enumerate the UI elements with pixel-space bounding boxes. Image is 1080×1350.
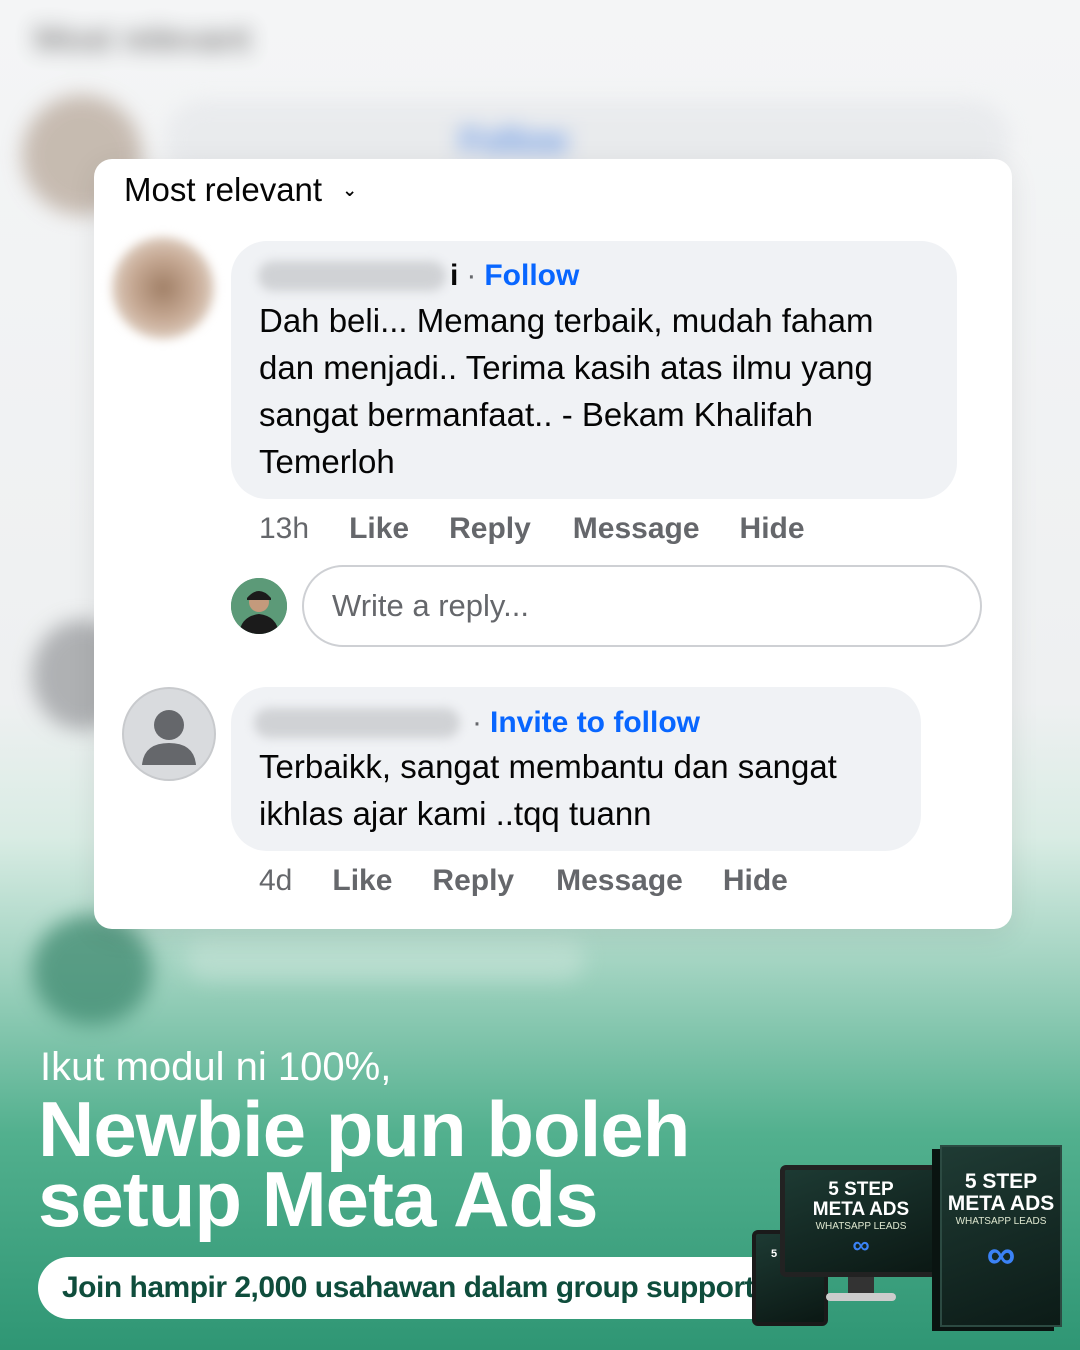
reply-input[interactable]	[302, 565, 982, 647]
hide-button[interactable]: Hide	[740, 512, 805, 546]
background-avatar-3	[32, 915, 152, 1025]
product-title-line1: 5 STEP	[828, 1179, 894, 1200]
comment-actions: 13h Like Reply Message Hide	[259, 512, 805, 546]
message-button[interactable]: Message	[573, 512, 700, 546]
user-photo-icon	[231, 578, 287, 634]
promo-title-line: Newbie pun boleh	[38, 1085, 690, 1173]
separator-dot: ·	[472, 706, 482, 739]
commenter-name-row: · Invite to follow	[254, 706, 700, 740]
comment-line: dan menjadi.. Terima kasih atas ilmu yan…	[259, 349, 873, 386]
sort-label: Most relevant	[124, 171, 323, 208]
background-sort-label: Most relevant	[34, 18, 251, 59]
cta-label: Join hampir 2,000 usahawan dalam group s…	[62, 1271, 755, 1304]
comments-card: Most relevant ⌄ i · Follow Dah beli... M…	[94, 159, 1012, 929]
comment-line: ikhlas ajar kami ..tqq tuann	[259, 795, 652, 832]
comment-line: Dah beli... Memang terbaik, mudah faham	[259, 302, 874, 339]
commenter-name-tail[interactable]: i	[450, 259, 458, 293]
join-group-button[interactable]: Join hampir 2,000 usahawan dalam group s…	[38, 1257, 826, 1319]
promo-title: Newbie pun boleh setup Meta Ads	[38, 1085, 798, 1243]
commenter-name-redacted[interactable]	[258, 261, 446, 291]
like-button[interactable]: Like	[332, 864, 392, 898]
product-box-title-line3: WHATSAPP LEADS	[955, 1216, 1047, 1227]
message-button[interactable]: Message	[556, 864, 683, 898]
meta-logo-icon: ∞	[986, 1233, 1016, 1277]
hide-button[interactable]: Hide	[723, 864, 788, 898]
sort-dropdown[interactable]: Most relevant ⌄	[124, 171, 357, 209]
product-title-line2: META ADS	[812, 1199, 910, 1220]
comment-timestamp[interactable]: 13h	[259, 512, 309, 546]
invite-to-follow-link[interactable]: Invite to follow	[490, 706, 700, 740]
comment-line: sangat bermanfaat.. - Bekam Khalifah	[259, 396, 813, 433]
comment-actions: 4d Like Reply Message Hide	[259, 864, 788, 898]
product-box-title-line1: 5 STEP	[964, 1170, 1038, 1193]
comment-line: Temerloh	[259, 443, 395, 480]
product-box-title-line2: META ADS	[947, 1192, 1055, 1215]
like-button[interactable]: Like	[349, 512, 409, 546]
promo-subtitle: Ikut modul ni 100%,	[40, 1045, 392, 1089]
current-user-avatar[interactable]	[231, 578, 287, 634]
product-monitor-mockup: 5 STEP META ADS WHATSAPP LEADS ∞	[780, 1165, 942, 1277]
commenter-name-redacted[interactable]	[254, 708, 460, 738]
reply-button[interactable]: Reply	[449, 512, 531, 546]
comment-timestamp[interactable]: 4d	[259, 864, 292, 898]
meta-logo-icon: ∞	[852, 1232, 870, 1259]
commenter-avatar[interactable]	[112, 237, 214, 339]
promo-title-line: setup Meta Ads	[38, 1155, 599, 1243]
default-user-icon	[142, 710, 196, 765]
comment-line: Terbaikk, sangat membantu dan sangat	[259, 748, 837, 785]
follow-link[interactable]: Follow	[484, 259, 579, 293]
monitor-base	[826, 1293, 896, 1301]
chevron-down-icon: ⌄	[342, 179, 358, 200]
commenter-avatar-default[interactable]	[122, 687, 216, 781]
background-bubble-2	[185, 935, 585, 980]
comment-text: Dah beli... Memang terbaik, mudah faham …	[259, 297, 873, 485]
reply-button[interactable]: Reply	[432, 864, 514, 898]
commenter-name-row: i · Follow	[258, 259, 579, 293]
comment-text: Terbaikk, sangat membantu dan sangat ikh…	[259, 743, 837, 837]
background-follow-link: Follow	[460, 122, 568, 160]
product-box-mockup: 5 STEP META ADS WHATSAPP LEADS ∞	[940, 1145, 1062, 1327]
separator-dot: ·	[466, 259, 477, 292]
